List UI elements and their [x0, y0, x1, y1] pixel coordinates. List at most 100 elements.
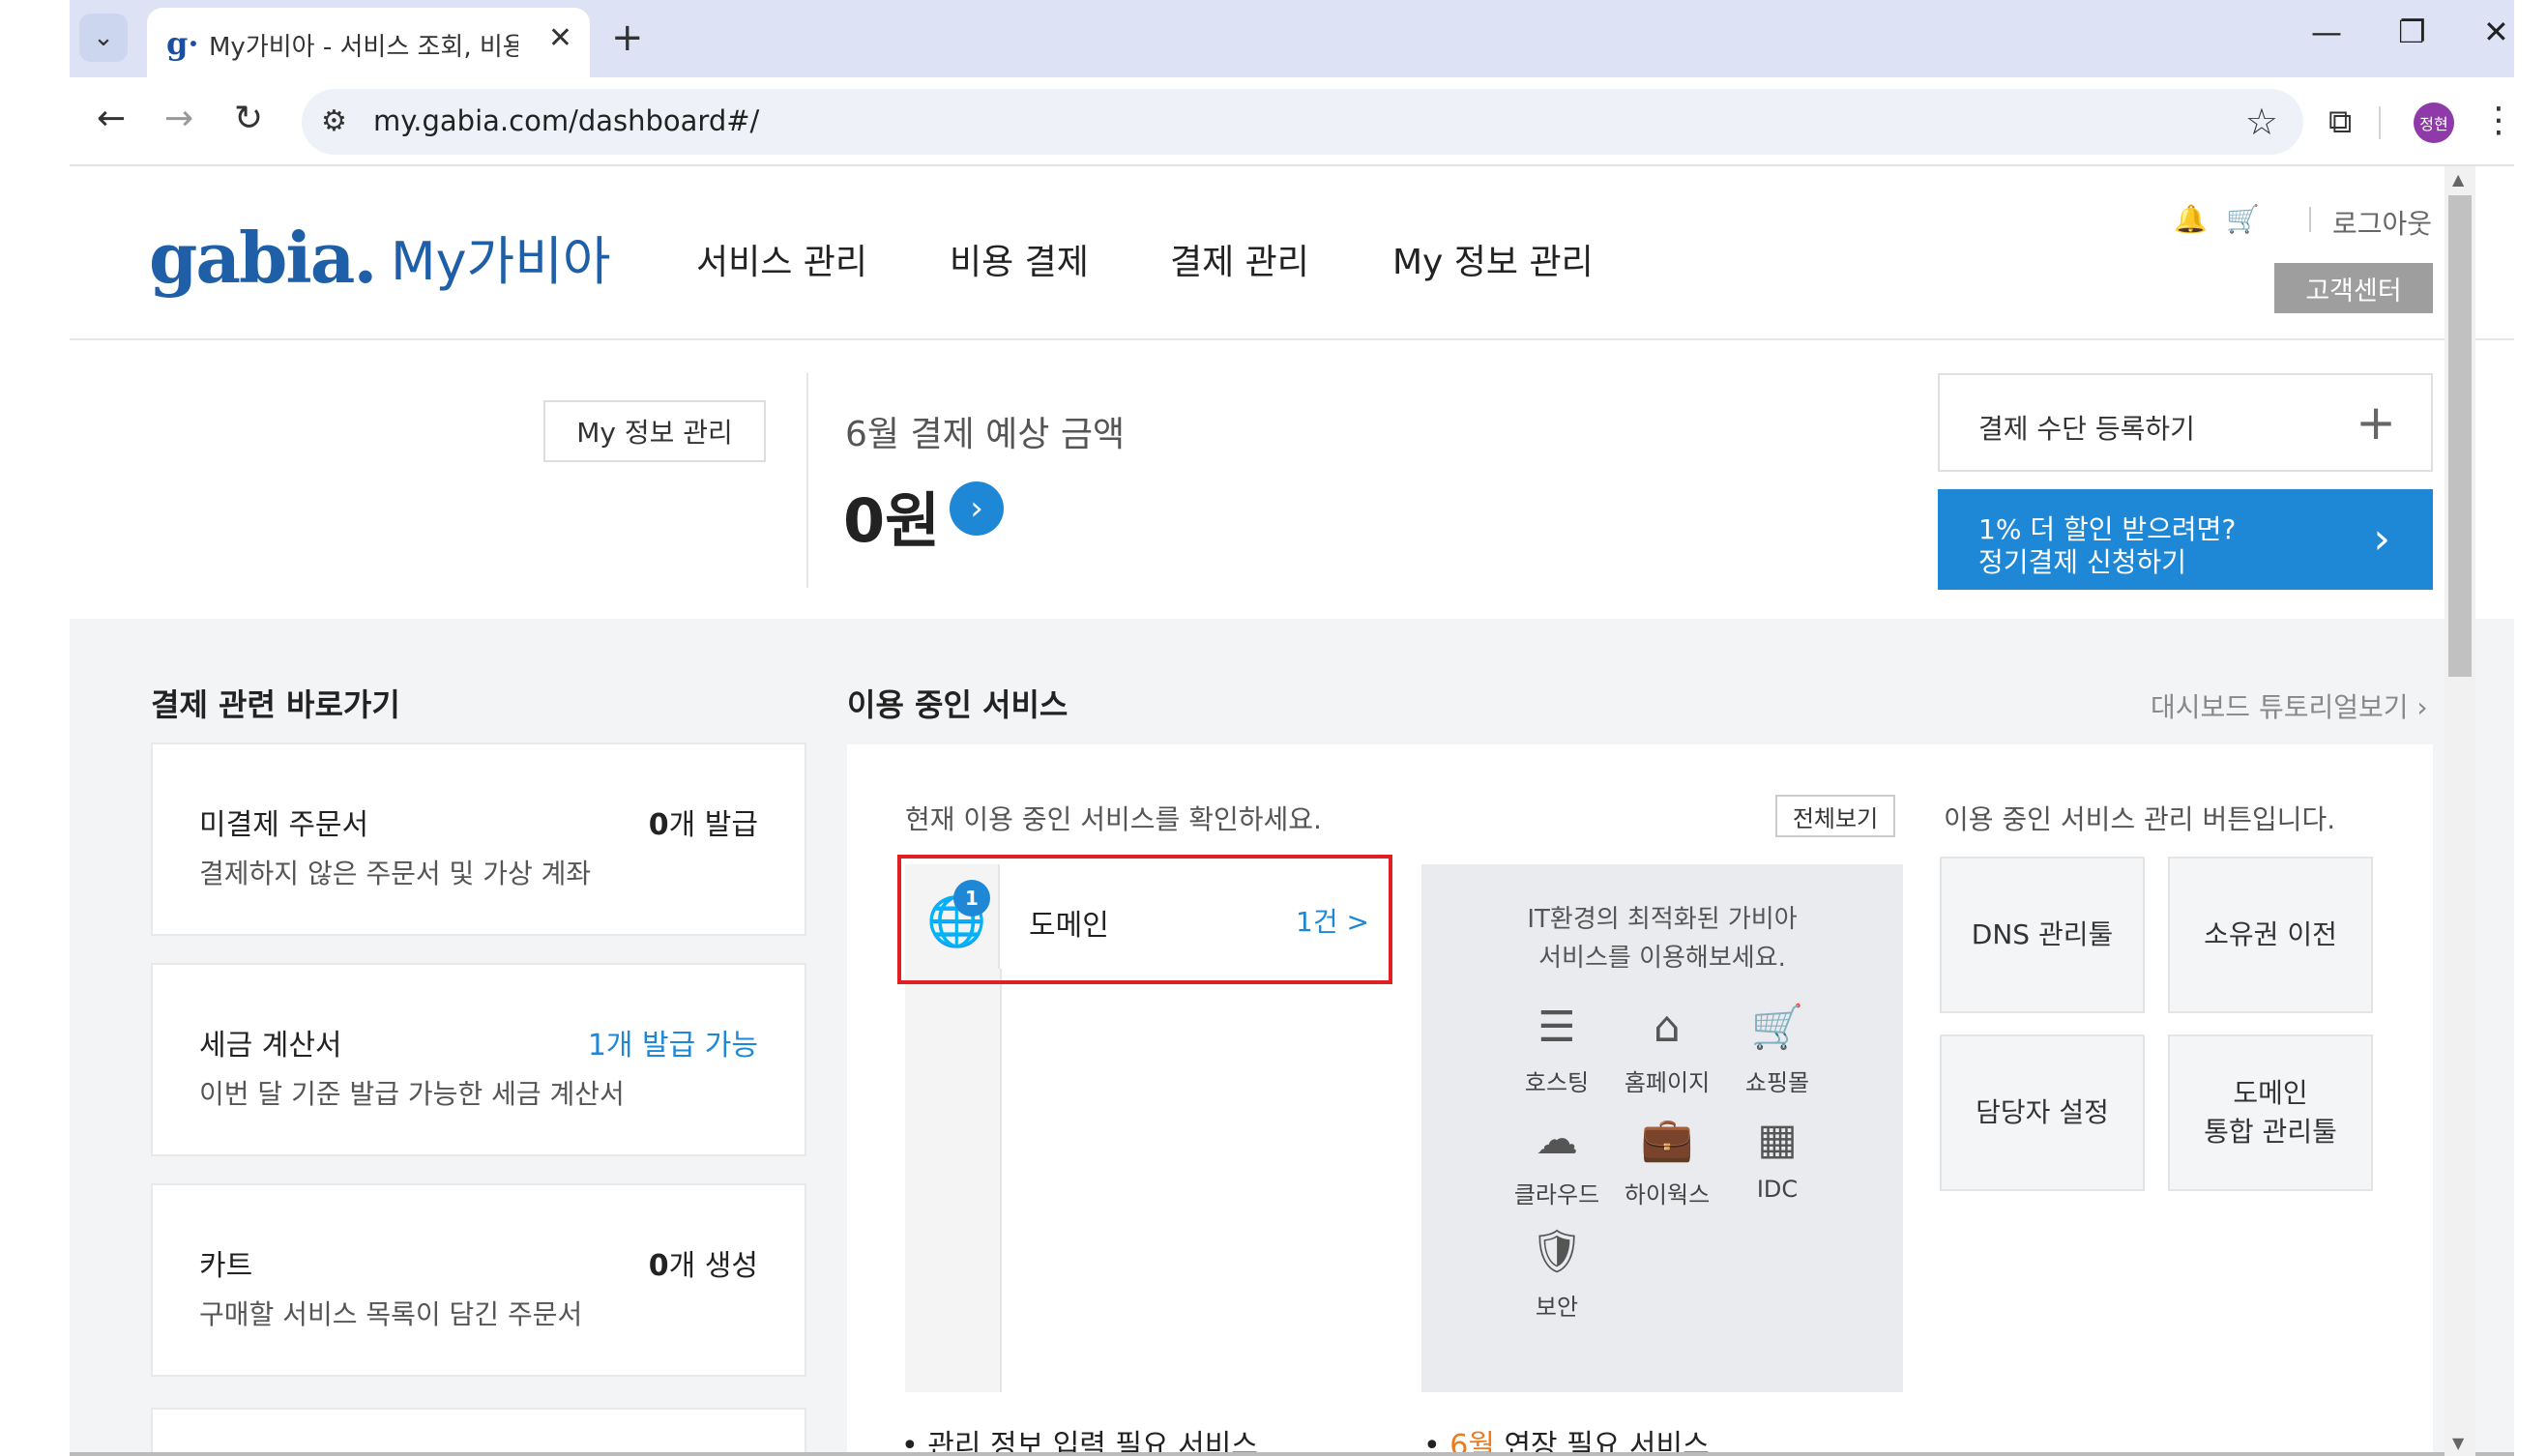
nav-my-info[interactable]: My 정보 관리 — [1392, 234, 1594, 284]
nav-billing-payment[interactable]: 비용 결제 — [950, 234, 1089, 284]
plus-icon: + — [2356, 394, 2396, 451]
window-bottom-border — [70, 1452, 2514, 1456]
promo-line1: IT환경의 최적화된 가비아 — [1527, 905, 1798, 934]
left-margin — [0, 0, 70, 1456]
quick-links-title: 결제 관련 바로가기 — [151, 686, 400, 723]
bell-icon[interactable]: 🔔 — [2174, 203, 2208, 235]
promo-hosting[interactable]: ☰ 호스팅 — [1501, 1002, 1613, 1097]
cloud-icon: ☁ — [1536, 1115, 1578, 1164]
scrollbar-thumb[interactable] — [2448, 195, 2472, 677]
server-icon: ☰ — [1537, 1003, 1576, 1052]
browser-window: ⌄ g· My가비아 - 서비스 조회, 비용 ✕ + — ❐ ✕ ← → ↻ … — [70, 0, 2516, 1456]
quick-card-title: 세금 계산서 — [199, 1029, 342, 1063]
my-gabia-title[interactable]: My가비아 — [391, 218, 611, 295]
promo-label: 홈페이지 — [1624, 1069, 1711, 1096]
promo-panel: IT환경의 최적화된 가비아 서비스를 이용해보세요. ☰ 호스팅 ⌂ 홈페이지… — [1421, 864, 1903, 1392]
quick-card-title: 미결제 주문서 — [199, 808, 369, 842]
bullet-renewal-required[interactable]: • 6월 연장 필요 서비스 — [1423, 1421, 1710, 1456]
autopay-banner[interactable]: 1% 더 할인 받으려면? 정기결제 신청하기 › — [1938, 489, 2433, 590]
shield-icon: 🛡 — [1530, 1227, 1584, 1276]
util-divider — [2309, 207, 2311, 232]
site-header: gabia. My가비아 서비스 관리 비용 결제 결제 관리 My 정보 관리… — [70, 166, 2514, 340]
quick-card-desc: 이번 달 기준 발급 가능한 세금 계산서 — [199, 1078, 625, 1110]
promo-label: 하이웍스 — [1624, 1181, 1711, 1208]
quick-card-partial[interactable] — [151, 1408, 806, 1456]
gabia-logo[interactable]: gabia. — [149, 217, 377, 299]
scroll-up-icon[interactable]: ▲ — [2452, 170, 2464, 189]
quick-card-tax-invoice[interactable]: 세금 계산서 1개 발급 가능 이번 달 기준 발급 가능한 세금 계산서 — [151, 963, 806, 1156]
minimize-icon[interactable]: — — [2311, 14, 2342, 50]
promo-label: 클라우드 — [1513, 1181, 1600, 1208]
contact-setting-button[interactable]: 담당자 설정 — [1940, 1034, 2145, 1191]
customer-center-button[interactable]: 고객센터 — [2274, 263, 2433, 313]
promo-security[interactable]: 🛡 보안 — [1501, 1226, 1613, 1322]
quick-card-cart[interactable]: 카트 0개 생성 구매할 서비스 목록이 담긴 주문서 — [151, 1183, 806, 1377]
promo-line2: 서비스를 이용해보세요. — [1538, 944, 1786, 973]
manage-hint: 이용 중인 서비스 관리 버튼입니다. — [1944, 803, 2336, 835]
promo-label: IDC — [1756, 1176, 1799, 1203]
main-content: 결제 관련 바로가기 미결제 주문서 0개 발급 결제하지 않은 주문서 및 가… — [70, 619, 2514, 1456]
scroll-down-icon[interactable]: ▼ — [2452, 1434, 2464, 1452]
briefcase-icon: 💼 — [1640, 1115, 1694, 1164]
tab-close-icon[interactable]: ✕ — [548, 21, 572, 55]
site-info-tune-icon[interactable]: ⚙ — [321, 104, 347, 138]
summary-divider — [806, 373, 808, 588]
promo-cloud[interactable]: ☁ 클라우드 — [1501, 1114, 1613, 1209]
tab-active[interactable]: g· My가비아 - 서비스 조회, 비용 ✕ — [147, 8, 590, 77]
promo-hiworks[interactable]: 💼 하이웍스 — [1611, 1114, 1723, 1209]
extensions-puzzle-icon[interactable]: ⧉ — [2328, 102, 2352, 141]
reload-icon[interactable]: ↻ — [234, 99, 263, 138]
dns-tool-button[interactable]: DNS 관리툴 — [1940, 857, 2145, 1013]
quick-card-title: 카트 — [199, 1249, 253, 1283]
kebab-menu-icon[interactable]: ⋮ — [2481, 101, 2516, 140]
profile-avatar[interactable]: 정현 — [2414, 102, 2454, 143]
quick-card-unpaid[interactable]: 미결제 주문서 0개 발급 결제하지 않은 주문서 및 가상 계좌 — [151, 743, 806, 936]
promo-label: 보안 — [1535, 1294, 1579, 1321]
quick-card-desc: 결제하지 않은 주문서 및 가상 계좌 — [199, 858, 592, 889]
new-tab-plus-icon[interactable]: + — [611, 15, 644, 60]
autopay-line2: 정기결제 신청하기 — [1978, 546, 2186, 578]
register-payment-method-button[interactable]: 결제 수단 등록하기 + — [1938, 373, 2433, 472]
toolbar-divider — [2379, 106, 2381, 139]
my-info-button[interactable]: My 정보 관리 — [543, 400, 766, 462]
building-icon: ▦ — [1757, 1115, 1798, 1164]
restore-icon[interactable]: ❐ — [2398, 14, 2426, 50]
quick-card-count: 1개 발급 가능 — [587, 1029, 758, 1063]
promo-idc[interactable]: ▦ IDC — [1721, 1114, 1833, 1203]
tab-title: My가비아 - 서비스 조회, 비용 — [209, 33, 518, 62]
address-bar[interactable]: ⚙ my.gabia.com/dashboard#/ ☆ — [302, 89, 2303, 155]
domain-integrated-tool-button[interactable]: 도메인 통합 관리툴 — [2168, 1034, 2373, 1191]
promo-shopping[interactable]: 🛒 쇼핑몰 — [1721, 1002, 1833, 1097]
logout-link[interactable]: 로그아웃 — [2332, 203, 2432, 242]
nav-payment-management[interactable]: 결제 관리 — [1170, 234, 1309, 284]
forward-arrow-right-icon[interactable]: → — [164, 99, 193, 138]
quick-card-count: 0개 생성 — [648, 1249, 758, 1283]
expected-payment-label: 6월 결제 예상 금액 — [845, 415, 1126, 454]
quick-card-count: 0개 발급 — [648, 808, 758, 842]
ownership-transfer-button[interactable]: 소유권 이전 — [2168, 857, 2373, 1013]
highlight-box — [897, 855, 1392, 984]
nav-service-management[interactable]: 서비스 관리 — [696, 234, 867, 284]
tutorial-link[interactable]: 대시보드 튜토리얼보기 › — [2151, 686, 2428, 725]
promo-homepage[interactable]: ⌂ 홈페이지 — [1611, 1002, 1723, 1097]
back-arrow-left-icon[interactable]: ← — [97, 99, 126, 138]
quick-card-desc: 구매할 서비스 목록이 담긴 주문서 — [199, 1298, 583, 1330]
bookmark-star-icon[interactable]: ☆ — [2245, 101, 2278, 143]
cart-icon: 🛒 — [1750, 1003, 1804, 1052]
bullet-info-required[interactable]: • 관리 정보 입력 필요 서비스 — [901, 1421, 1258, 1456]
url-text[interactable]: my.gabia.com/dashboard#/ — [373, 104, 759, 137]
promo-label: 호스팅 — [1524, 1069, 1590, 1096]
tab-strip: ⌄ g· My가비아 - 서비스 조회, 비용 ✕ + — ❐ ✕ — [70, 0, 2514, 77]
services-panel: 현재 이용 중인 서비스를 확인하세요. 전체보기 🌐 1 도메인 1건 > I… — [847, 744, 2433, 1456]
services-title: 이용 중인 서비스 — [847, 686, 1069, 723]
tab-search-chevron-down-icon[interactable]: ⌄ — [79, 14, 128, 62]
vertical-scrollbar[interactable]: ▲ ▼ — [2445, 166, 2475, 1456]
cart-icon[interactable]: 🛒 — [2226, 203, 2260, 235]
chevron-right-icon: › — [2373, 514, 2390, 564]
payment-detail-chevron-right-icon[interactable]: › — [950, 481, 1004, 536]
summary-section: My 정보 관리 6월 결제 예상 금액 0원 › 결제 수단 등록하기 + 1… — [70, 340, 2514, 619]
view-all-button[interactable]: 전체보기 — [1775, 795, 1895, 837]
payment-method-label: 결제 수단 등록하기 — [1978, 413, 2195, 445]
expected-payment-amount: 0원 — [843, 485, 941, 556]
window-close-icon[interactable]: ✕ — [2483, 14, 2509, 50]
